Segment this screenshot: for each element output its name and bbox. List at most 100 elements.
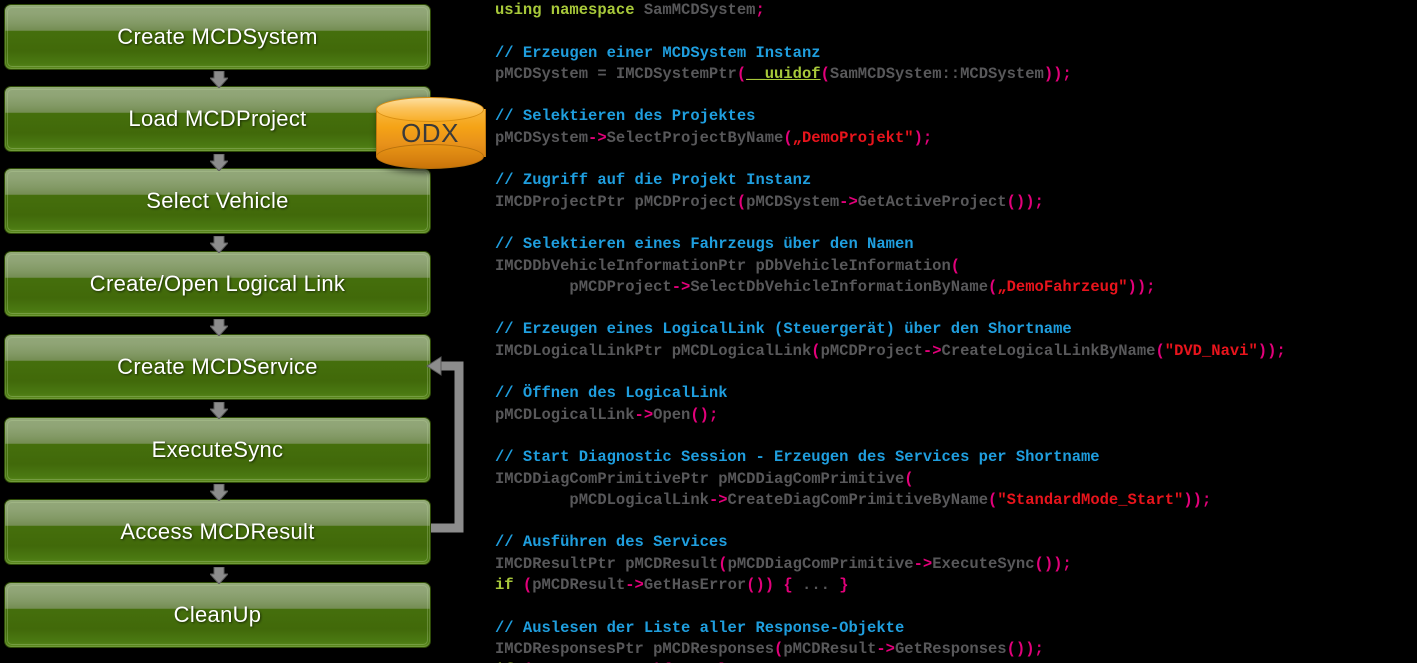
code-token-comment: // Selektieren eines Fahrzeugs über den … <box>495 235 914 253</box>
flow-node-create-mcdservice[interactable]: Create MCDService <box>4 334 431 400</box>
flow-node-create-open-logical-link[interactable]: Create/Open Logical Link <box>4 251 431 317</box>
code-token-comment: // Start Diagnostic Session - Erzeugen d… <box>495 448 1100 466</box>
flow-node-label: Create MCDSystem <box>117 24 317 50</box>
flow-node-create-mcdsystem[interactable]: Create MCDSystem <box>4 4 431 70</box>
code-token-plain: SelectProjectByName <box>607 129 784 147</box>
flow-node-label: Select Vehicle <box>146 188 288 214</box>
code-token-comment: // Erzeugen eines LogicalLink (Steuerger… <box>495 320 1072 338</box>
code-line <box>495 426 1417 447</box>
code-token-punct: )); <box>1128 278 1156 296</box>
code-token-comment: // Auslesen der Liste aller Response-Obj… <box>495 619 904 637</box>
flow-node-label: Create/Open Logical Link <box>90 271 345 297</box>
code-token-punct: ( <box>1155 342 1164 360</box>
code-token-punct: )); <box>1183 491 1211 509</box>
code-token-plain: pMCDSystem <box>746 193 839 211</box>
code-token-plain: ... <box>793 576 840 594</box>
code-token-plain: pMCDSystem <box>495 129 588 147</box>
code-token-punct: ( <box>821 65 830 83</box>
code-line: // Öffnen des LogicalLink <box>495 383 1417 404</box>
code-token-key: if <box>495 576 514 594</box>
code-token-str: „DemoFahrzeug" <box>997 278 1127 296</box>
code-line <box>495 21 1417 42</box>
code-token-plain: pMCDDiagComPrimitive <box>728 555 914 573</box>
code-token-key: using namespace <box>495 1 644 19</box>
arrow-down-icon-6 <box>210 484 228 502</box>
code-token-plain: IMCDResponsesPtr pMCDResponses <box>495 640 774 658</box>
code-token-comment: // Ausführen des Services <box>495 533 728 551</box>
code-token-punct: ()); <box>1035 555 1072 573</box>
code-token-plain: pMCDLogicalLink <box>495 406 635 424</box>
code-token-punct: -> <box>914 555 933 573</box>
code-line: // Erzeugen einer MCDSystem Instanz <box>495 43 1417 64</box>
code-line: pMCDLogicalLink->CreateDiagComPrimitiveB… <box>495 490 1417 511</box>
odx-label: ODX <box>376 97 484 169</box>
code-token-punct: ( <box>737 193 746 211</box>
code-token-plain: ExecuteSync <box>932 555 1034 573</box>
code-token-punct: ( <box>523 576 532 594</box>
code-token-punct: ; <box>755 1 764 19</box>
code-line <box>495 213 1417 234</box>
code-token-punct: -> <box>635 406 654 424</box>
code-token-plain: GetHasError <box>644 576 746 594</box>
code-token-plain: IMCDProjectPtr pMCDProject <box>495 193 737 211</box>
code-token-punct: -> <box>923 342 942 360</box>
code-token-punct: -> <box>625 576 644 594</box>
code-line: pMCDProject->SelectDbVehicleInformationB… <box>495 277 1417 298</box>
flow-node-label: CleanUp <box>174 602 262 628</box>
code-token-plain: IMCDDbVehicleInformationPtr pDbVehicleIn… <box>495 257 951 275</box>
code-token-comment: // Zugriff auf die Projekt Instanz <box>495 171 811 189</box>
code-line: // Selektieren eines Fahrzeugs über den … <box>495 234 1417 255</box>
flow-node-label: Create MCDService <box>117 354 318 380</box>
code-line: IMCDDiagComPrimitivePtr pMCDDiagComPrimi… <box>495 469 1417 490</box>
code-line: // Zugriff auf die Projekt Instanz <box>495 170 1417 191</box>
arrow-down-icon-2 <box>210 154 228 172</box>
code-token-str: „DemoProjekt" <box>793 129 914 147</box>
flow-node-label: ExecuteSync <box>152 437 284 463</box>
code-token-plain: pMCDProject <box>821 342 923 360</box>
flowchart-panel: Create MCDSystem Load MCDProject Select … <box>0 0 470 663</box>
code-token-str: "DVD_Navi" <box>1165 342 1258 360</box>
code-token-punct: -> <box>839 193 858 211</box>
code-token-punct: ()); <box>1007 193 1044 211</box>
code-token-plain: GetResponses <box>895 640 1007 658</box>
code-token-punct: ( <box>904 470 913 488</box>
flow-node-select-vehicle[interactable]: Select Vehicle <box>4 168 431 234</box>
code-line: IMCDResultPtr pMCDResult(pMCDDiagComPrim… <box>495 554 1417 575</box>
code-token-plain: SamMCDSystem::MCDSystem <box>830 65 1044 83</box>
code-token-plain <box>514 576 523 594</box>
code-token-plain: IMCDLogicalLinkPtr pMCDLogicalLink <box>495 342 811 360</box>
code-token-plain: GetActiveProject <box>858 193 1007 211</box>
code-token-comment: // Selektieren des Projektes <box>495 107 755 125</box>
code-token-punct: ( <box>774 640 783 658</box>
code-line: pMCDLogicalLink->Open(); <box>495 405 1417 426</box>
odx-database-icon: ODX <box>376 97 484 169</box>
code-line <box>495 511 1417 532</box>
code-token-punct: ( <box>988 491 997 509</box>
code-token-punct: -> <box>709 491 728 509</box>
code-line: if (pMCDResult->GetHasError()) { ... } <box>495 575 1417 596</box>
code-line: IMCDDbVehicleInformationPtr pDbVehicleIn… <box>495 256 1417 277</box>
flow-node-label: Load MCDProject <box>128 106 306 132</box>
code-line: using namespace SamMCDSystem; <box>495 0 1417 21</box>
code-line: // Selektieren des Projektes <box>495 106 1417 127</box>
flow-node-cleanup[interactable]: CleanUp <box>4 582 431 648</box>
code-token-comment: // Erzeugen einer MCDSystem Instanz <box>495 44 821 62</box>
flow-node-label: Access MCDResult <box>120 519 314 545</box>
code-line: IMCDLogicalLinkPtr pMCDLogicalLink ( pMCDP… <box>495 341 1417 362</box>
arrow-down-icon-5 <box>210 402 228 420</box>
code-line <box>495 596 1417 617</box>
code-token-comment: // Öffnen des LogicalLink <box>495 384 728 402</box>
code-token-plain: pMCDProject <box>495 278 672 296</box>
code-line: IMCDProjectPtr pMCDProject(pMCDSystem->G… <box>495 192 1417 213</box>
code-token-plain: pMCDResult <box>783 640 876 658</box>
flow-node-executesync[interactable]: ExecuteSync <box>4 417 431 483</box>
code-line: // Start Diagnostic Session - Erzeugen d… <box>495 447 1417 468</box>
code-token-plain: CreateLogicalLinkByName <box>942 342 1156 360</box>
flow-node-load-mcdproject[interactable]: Load MCDProject <box>4 86 431 152</box>
code-token-punct: ()); <box>1007 640 1044 658</box>
flow-node-access-mcdresult[interactable]: Access MCDResult <box>4 499 431 565</box>
code-line: IMCDResponsesPtr pMCDResponses(pMCDResul… <box>495 639 1417 660</box>
arrow-down-icon-7 <box>210 567 228 585</box>
code-line: // Ausführen des Services <box>495 532 1417 553</box>
code-token-keyu: __uuidof <box>746 65 820 83</box>
